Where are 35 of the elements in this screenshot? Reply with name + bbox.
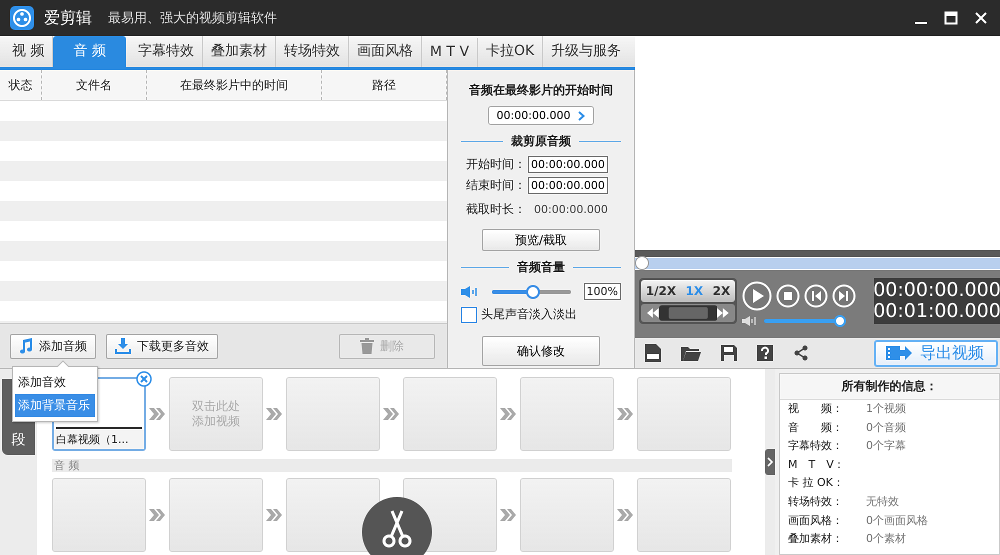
column-header: 在最终影片中的时间 [147, 70, 322, 100]
section-title: 音频音量 [517, 259, 565, 276]
clip-caption: 白幕视频（1... [54, 430, 144, 449]
volume-reading: 100% [584, 283, 621, 300]
info-label: M T V： [788, 456, 846, 473]
field-label: 开始时间： [466, 156, 526, 173]
info-title: 所有制作的信息： [780, 374, 999, 400]
info-label: 字幕特效： [788, 438, 844, 454]
info-label: 音 频： [788, 420, 844, 436]
app-slogan: 最易用、强大的视频剪辑软件 [108, 10, 277, 27]
info-value: 0个画面风格 [866, 512, 928, 529]
info-value: 1个视频 [866, 401, 906, 417]
panel-title: 音频在最终影片的开始时间 [469, 82, 613, 99]
info-label: 画面风格： [788, 512, 844, 529]
info-value: 无特效 [866, 494, 899, 510]
info-label: 卡 拉 OK： [788, 475, 845, 492]
info-value: 0个音频 [866, 420, 906, 436]
info-value: 0个素材 [866, 531, 906, 548]
track-label: 音 频 [52, 459, 732, 472]
info-label: 转场特效： [788, 494, 844, 510]
field-label: 截取时长： [466, 201, 526, 218]
info-label: 视 频： [788, 401, 844, 417]
current-time: 00:00:00.000 [873, 280, 1000, 301]
info-value: 0个字幕 [866, 438, 906, 454]
total-time: 00:01:00.000 [873, 301, 1000, 322]
info-label: 叠加素材： [788, 531, 844, 548]
slot-hint: 添加视频 [192, 414, 240, 429]
slot-hint: 双击此处 [192, 399, 240, 414]
checkbox-label: 头尾声音淡入淡出 [481, 306, 577, 323]
field-label: 结束时间： [466, 177, 526, 194]
duration-value: 00:00:00.000 [534, 203, 608, 216]
app-name: 爱剪辑 [44, 8, 92, 28]
column-header: 文件名 [42, 70, 147, 100]
column-header: 状态 [0, 70, 42, 100]
section-title: 裁剪原音频 [511, 133, 571, 150]
